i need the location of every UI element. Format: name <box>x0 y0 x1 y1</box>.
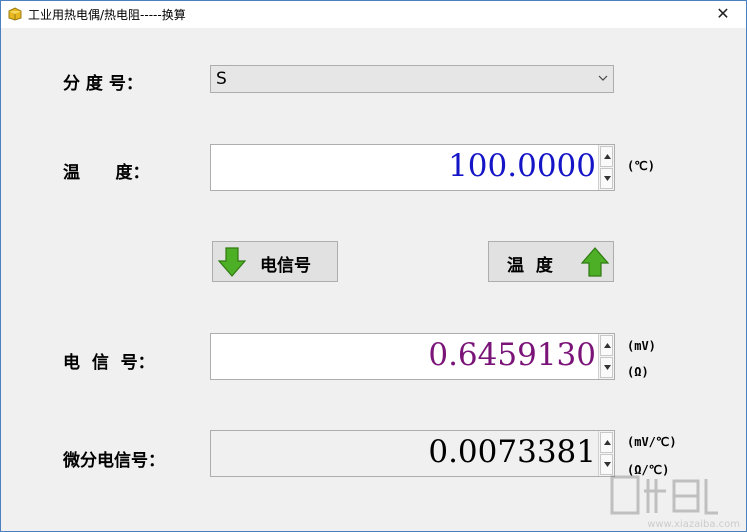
temperature-input[interactable]: 100.0000 <box>210 144 615 191</box>
graduation-select[interactable]: S <box>210 65 614 93</box>
temperature-spinner <box>598 145 614 190</box>
watermark-logo <box>610 475 718 515</box>
convert-to-signal-button[interactable]: 电信号 <box>212 241 338 282</box>
differential-value: 0.0073381 <box>428 434 596 470</box>
differential-label: 微分电信号： <box>63 451 165 471</box>
temperature-spin-down[interactable] <box>600 168 613 189</box>
signal-unit-ohm: (Ω) <box>627 365 649 379</box>
signal-spinner <box>598 334 614 379</box>
close-button[interactable]: ✕ <box>700 1 746 28</box>
convert-to-temperature-button[interactable]: 温 度 <box>488 241 614 282</box>
graduation-selected-value: S <box>216 69 227 89</box>
app-icon <box>8 7 22 21</box>
arrow-down-icon <box>218 247 246 277</box>
chevron-down-icon <box>598 75 608 81</box>
convert-to-signal-label: 电信号 <box>260 256 311 276</box>
spin-down-icon <box>604 365 611 370</box>
spin-up-icon <box>604 154 611 159</box>
graduation-label: 分 度 号： <box>63 74 143 94</box>
temperature-spin-up[interactable] <box>600 146 613 167</box>
differential-unit-mv: (mV/℃) <box>627 435 677 449</box>
spin-up-icon <box>604 440 611 445</box>
spin-down-icon <box>604 176 611 181</box>
signal-value: 0.6459130 <box>428 337 596 373</box>
spin-down-icon <box>604 462 611 467</box>
convert-to-temperature-label: 温 度 <box>507 256 553 276</box>
temperature-label: 温 度： <box>63 163 150 183</box>
differential-output[interactable]: 0.0073381 <box>210 430 615 477</box>
differential-spinner <box>598 431 614 476</box>
spin-up-icon <box>604 343 611 348</box>
signal-label: 电 信 号： <box>63 353 155 373</box>
arrow-up-icon <box>581 247 609 277</box>
watermark: www.xiazaiba.com <box>606 471 747 532</box>
signal-unit-mv: (mV) <box>627 339 656 353</box>
temperature-value: 100.0000 <box>448 148 596 184</box>
window-title: 工业用热电偶/热电阻-----换算 <box>28 8 186 22</box>
temperature-unit: (℃) <box>627 159 655 173</box>
signal-spin-up[interactable] <box>600 335 613 356</box>
watermark-url: www.xiazaiba.com <box>647 519 740 530</box>
signal-spin-down[interactable] <box>600 357 613 378</box>
signal-input[interactable]: 0.6459130 <box>210 333 615 380</box>
title-bar: 工业用热电偶/热电阻-----换算 ✕ <box>1 1 746 28</box>
differential-spin-up[interactable] <box>600 432 613 453</box>
close-icon: ✕ <box>716 4 730 23</box>
